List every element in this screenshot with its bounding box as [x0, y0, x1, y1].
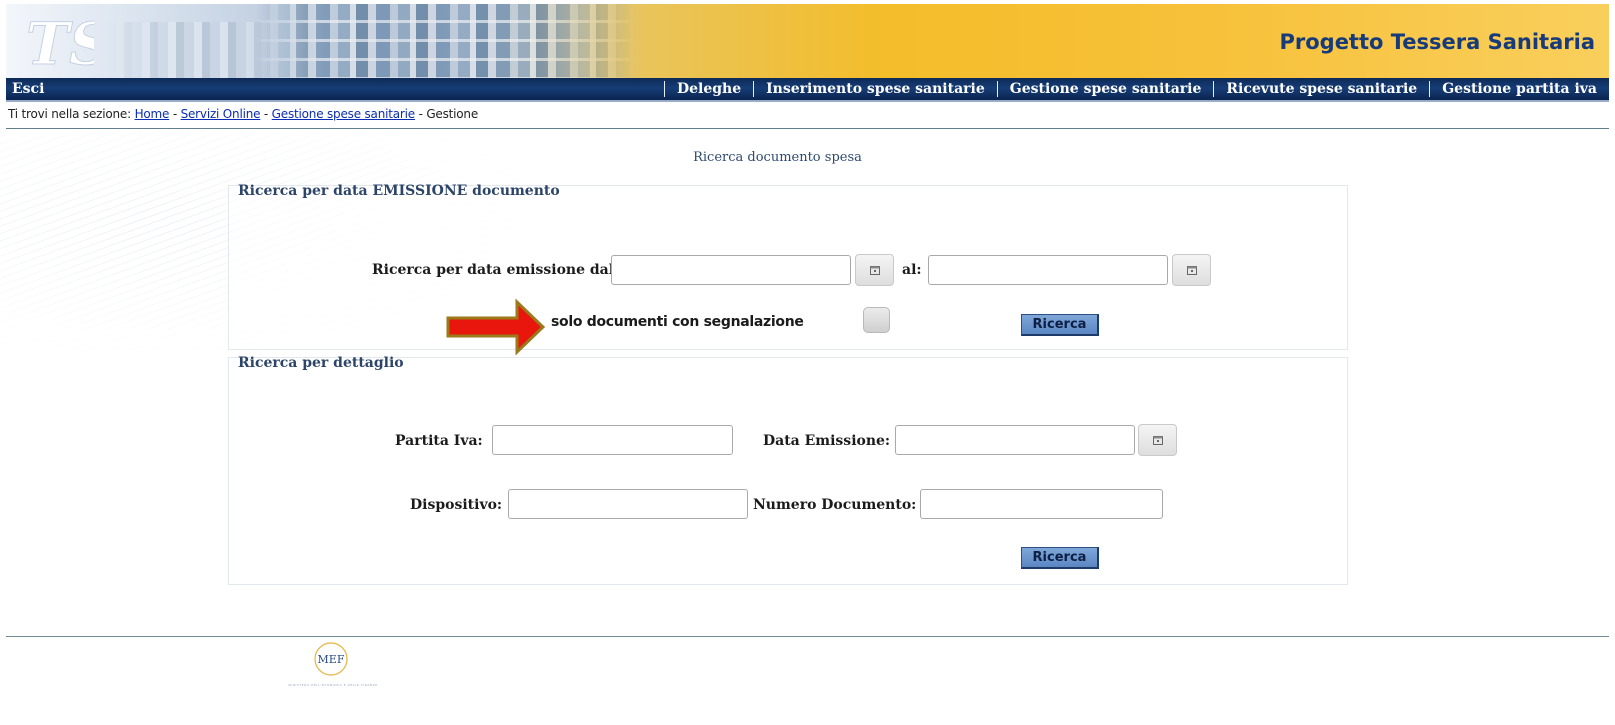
svg-text:MEF: MEF	[318, 653, 345, 666]
breadcrumb-prefix: Ti trovi nella sezione:	[8, 107, 131, 121]
issue-date-calendar-button[interactable]	[1138, 424, 1177, 456]
breadcrumb-link-gestione-spese[interactable]: Gestione spese sanitarie	[272, 107, 415, 121]
main-navbar: Esci Deleghe Inserimento spese sanitarie…	[6, 78, 1609, 102]
nav-item-deleghe[interactable]: Deleghe	[663, 81, 753, 97]
calendar-icon	[1152, 436, 1163, 445]
calendar-icon	[1186, 266, 1197, 275]
breadcrumb-separator: -	[169, 107, 181, 121]
page-title: Ricerca documento spesa	[693, 150, 862, 165]
doc-number-label: Numero Documento:	[753, 497, 917, 513]
issue-date-label: Data Emissione:	[763, 433, 891, 449]
date-search-title: Ricerca per data EMISSIONE documento	[238, 183, 560, 199]
nav-item-inserimento-spese[interactable]: Inserimento spese sanitarie	[753, 81, 997, 97]
issue-date-input[interactable]	[895, 425, 1135, 455]
to-date-label: al:	[902, 262, 922, 278]
exit-link[interactable]: Esci	[12, 81, 44, 97]
from-date-input[interactable]	[611, 255, 851, 285]
device-input[interactable]	[508, 489, 748, 519]
breadcrumb-separator: -	[260, 107, 272, 121]
to-date-calendar-button[interactable]	[1172, 254, 1211, 286]
breadcrumb-separator: -	[414, 107, 427, 121]
breadcrumb-link-servizi-online[interactable]: Servizi Online	[181, 107, 261, 121]
nav-item-gestione-partita-iva[interactable]: Gestione partita iva	[1429, 81, 1609, 97]
breadcrumb-current: Gestione	[426, 107, 479, 121]
from-date-label: Ricerca per data emissione dal:	[372, 262, 620, 278]
banner-pharmacy-image	[256, 4, 636, 78]
svg-text:TS: TS	[26, 10, 94, 76]
nav-item-gestione-spese[interactable]: Gestione spese sanitarie	[996, 81, 1214, 97]
footer-divider	[6, 636, 1609, 637]
date-search-button[interactable]: Ricerca	[1021, 314, 1099, 336]
detail-search-button[interactable]: Ricerca	[1021, 547, 1099, 569]
nav-item-ricevute-spese[interactable]: Ricevute spese sanitarie	[1213, 81, 1429, 97]
only-flagged-checkbox[interactable]	[863, 307, 890, 333]
device-label: Dispositivo:	[410, 497, 503, 513]
nav-menu: Deleghe Inserimento spese sanitarie Gest…	[663, 78, 1609, 100]
breadcrumb: Ti trovi nella sezione: Home - Servizi O…	[8, 107, 478, 121]
site-title: Progetto Tessera Sanitaria	[1279, 30, 1595, 54]
breadcrumb-link-home[interactable]: Home	[135, 107, 170, 121]
ts-logo: TS	[26, 10, 95, 77]
header-banner: TS Progetto Tessera Sanitaria	[6, 4, 1609, 78]
detail-search-panel: Ricerca per dettaglio	[228, 355, 1348, 585]
vat-input[interactable]	[492, 425, 733, 455]
header-divider	[6, 128, 1609, 129]
from-date-calendar-button[interactable]	[855, 254, 894, 286]
detail-search-title: Ricerca per dettaglio	[238, 355, 404, 371]
vat-label: Partita Iva:	[395, 433, 483, 449]
mef-logo: MEF	[314, 642, 348, 676]
only-flagged-label: solo documenti con segnalazione	[551, 314, 804, 330]
calendar-icon	[869, 266, 880, 275]
banner-shelves-image	[106, 22, 276, 78]
doc-number-input[interactable]	[920, 489, 1163, 519]
to-date-input[interactable]	[928, 255, 1168, 285]
red-arrow-annotation	[446, 298, 545, 356]
mef-caption: MINISTERO DELL'ECONOMIA E DELLE FINANZE	[288, 683, 378, 687]
